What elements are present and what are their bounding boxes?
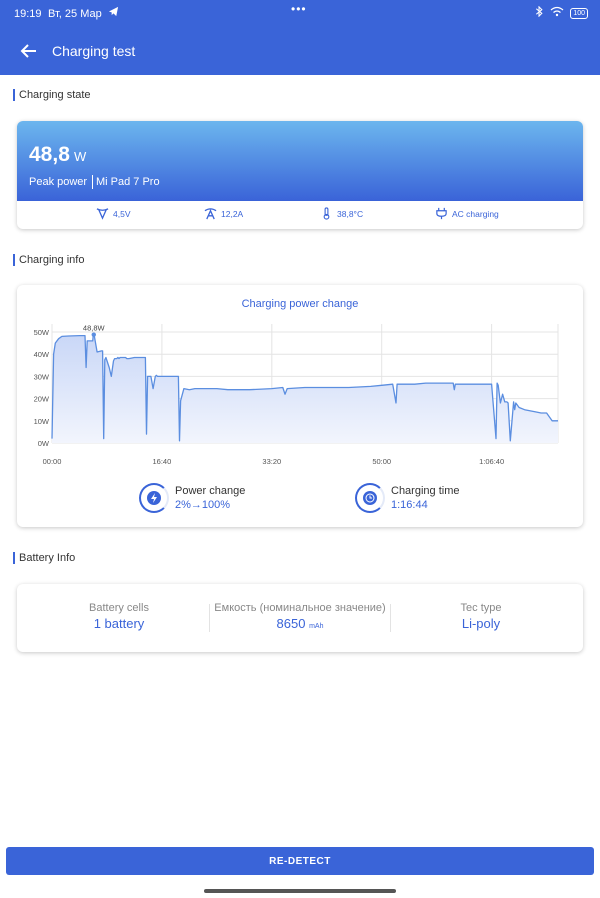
battery-type-label: Tec type: [460, 602, 502, 614]
y-tick-label: 10W: [34, 417, 50, 426]
back-arrow-icon[interactable]: [18, 40, 40, 62]
voltage-value: 4,5V: [113, 208, 131, 219]
x-tick-label: 50:00: [372, 457, 391, 466]
x-tick-label: 00:00: [43, 457, 62, 466]
section-title-charging-info: Charging info: [13, 254, 84, 266]
app-bar: 19:19 Вт, 25 Мар ••• 100 Charging test: [0, 0, 600, 75]
power-change-label: Power change: [175, 485, 246, 497]
status-date: Вт, 25 Мар: [48, 8, 102, 20]
y-tick-label: 30W: [34, 372, 50, 381]
wifi-icon: [550, 6, 564, 20]
power-chart: 50W 40W 30W 20W 10W 0W 00:00 16:40 33:20 50:00 1:0…: [34, 324, 559, 466]
temperature-value: 38,8°C: [337, 208, 364, 219]
charging-time-label: Charging time: [391, 485, 460, 497]
status-time: 19:19: [14, 8, 42, 20]
y-tick-label: 20W: [34, 395, 50, 404]
peak-annotation: 48,8W: [83, 324, 106, 333]
status-icons: 100: [535, 5, 588, 20]
power-change-info: Power change 2%→100%: [139, 483, 245, 513]
series-area: [52, 334, 558, 443]
charger-stat: AC charging: [435, 207, 499, 220]
battery-cells-label: Battery cells: [89, 602, 149, 614]
page-title: Charging test: [52, 43, 136, 59]
peak-power-value: 48,8: [29, 143, 70, 166]
x-tick-label: 1:06:40: [479, 457, 504, 466]
power-change-ring: [139, 483, 169, 513]
current-icon: [204, 208, 217, 220]
device-name: Mi Pad 7 Pro: [96, 176, 160, 188]
bluetooth-icon: [535, 5, 544, 20]
charging-time-value: 1:16:44: [391, 499, 428, 511]
peak-power-unit: W: [74, 149, 87, 164]
temperature-stat: 38,8°C: [320, 207, 363, 220]
battery-icon: 100: [570, 7, 588, 19]
more-dots-icon: •••: [291, 2, 307, 16]
current-stat: 12,2A: [204, 207, 243, 220]
battery-capacity: Емкость (номинальное значение) 8650 mAh: [210, 602, 390, 631]
section-title-battery-info: Battery Info: [13, 552, 75, 564]
charger-type: AC charging: [452, 208, 499, 219]
redetect-button[interactable]: RE-DETECT: [6, 847, 594, 875]
plug-icon: [436, 207, 447, 220]
divider: [92, 175, 93, 189]
status-bar: 19:19 Вт, 25 Мар ••• 100: [0, 0, 600, 28]
battery-info-card: Battery cells 1 battery Емкость (номинал…: [17, 584, 583, 652]
home-indicator[interactable]: [204, 889, 396, 893]
voltage-stat: 4,5V: [96, 207, 131, 220]
battery-type: Tec type Li-poly: [391, 602, 571, 631]
x-tick-label: 16:40: [153, 457, 172, 466]
lightning-icon: [147, 491, 161, 505]
section-title-charging-state: Charging state: [13, 89, 91, 101]
y-tick-label: 50W: [34, 328, 50, 337]
battery-capacity-value: 8650 mAh: [276, 616, 324, 631]
charging-state-card: 48,8 W Peak power Mi Pad 7 Pro 4,5V 12,2…: [17, 121, 583, 229]
power-change-value: 2%→100%: [175, 499, 231, 511]
battery-capacity-unit: mAh: [309, 623, 324, 630]
battery-cells-value: 1 battery: [93, 616, 145, 631]
y-tick-label: 40W: [34, 350, 50, 359]
battery-type-value: Li-poly: [461, 616, 501, 631]
x-tick-label: 33:20: [262, 457, 281, 466]
thermometer-icon: [323, 207, 330, 220]
charging-info-card: Charging power change 50W 40W 30W 20W 10W 0W 0…: [17, 285, 583, 527]
battery-capacity-label: Емкость (номинальное значение): [214, 602, 386, 614]
clock-icon: [363, 491, 377, 505]
y-tick-label: 0W: [38, 439, 50, 448]
current-value: 12,2A: [221, 208, 244, 219]
charging-time-ring: [355, 483, 385, 513]
peak-power-banner: 48,8 W Peak power Mi Pad 7 Pro: [17, 121, 583, 201]
voltage-icon: [96, 208, 109, 220]
peak-power-label: Peak power: [29, 176, 88, 188]
charging-time-info: Charging time 1:16:44: [355, 483, 459, 513]
peak-point: [91, 332, 96, 337]
telegram-icon: [108, 6, 119, 20]
battery-cells: Battery cells 1 battery: [29, 602, 209, 631]
